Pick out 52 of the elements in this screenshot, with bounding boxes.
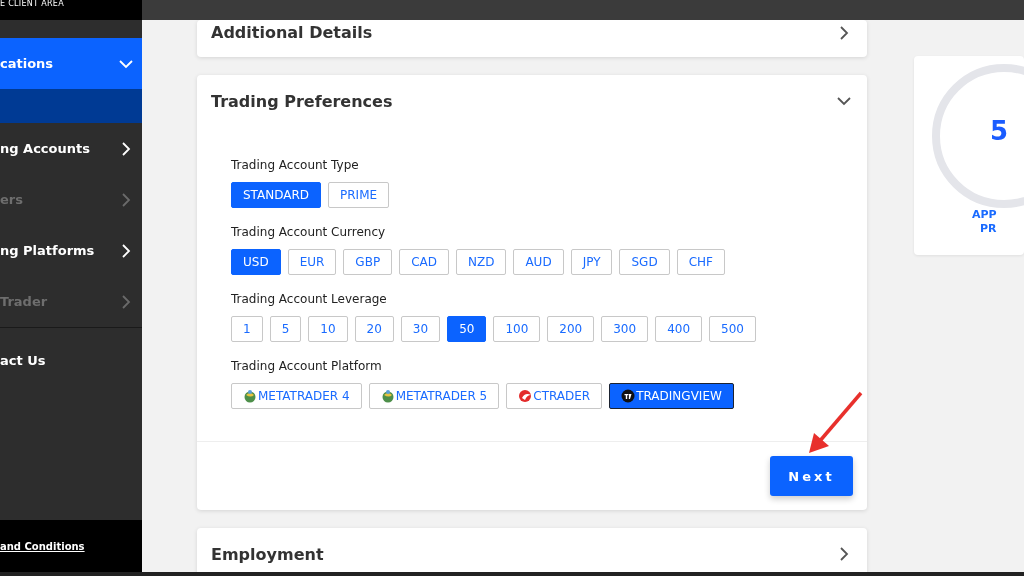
chevron-down-icon	[837, 94, 851, 108]
option-button[interactable]: 10	[308, 316, 348, 342]
option-button[interactable]: METATRADER 4	[231, 383, 362, 409]
sidebar-item[interactable]: ng Accounts	[0, 123, 142, 174]
chevron-right-icon	[119, 294, 133, 309]
chevron-right-icon	[837, 25, 851, 40]
field-label: Trading Account Currency	[231, 224, 387, 241]
next-button[interactable]: Next	[770, 456, 853, 496]
field-label: Trading Account Type	[231, 157, 360, 174]
option-button[interactable]: PRIME	[328, 182, 390, 208]
option-button[interactable]: 100	[493, 316, 541, 342]
option-button[interactable]: 500	[709, 316, 756, 342]
progress-caption: PR	[980, 222, 997, 235]
option-button[interactable]: STANDARD	[231, 182, 322, 208]
progress-caption: APP	[972, 208, 997, 221]
swirl-icon	[518, 389, 533, 403]
sidebar-item[interactable]: ng Platforms	[0, 225, 142, 276]
chevron-right-icon	[119, 243, 133, 258]
section-header[interactable]: Additional Details	[197, 20, 867, 57]
option-button[interactable]: USD	[231, 249, 281, 275]
sidebar-subitem[interactable]	[0, 89, 142, 123]
option-button[interactable]: EUR	[287, 249, 337, 275]
chevron-right-icon	[837, 547, 851, 561]
option-button[interactable]: 300	[601, 316, 649, 342]
progress-value: 5	[990, 116, 1009, 146]
field-label: Trading Account Leverage	[231, 291, 388, 308]
terms-link[interactable]: and Conditions	[0, 540, 85, 552]
section-header[interactable]: Trading Preferences	[197, 75, 867, 127]
option-button[interactable]: NZD	[455, 249, 507, 275]
option-button[interactable]: GBP	[343, 249, 393, 275]
option-button[interactable]: CTRADER	[506, 383, 603, 409]
option-button[interactable]: CAD	[399, 249, 449, 275]
field-label: Trading Account Platform	[231, 358, 383, 375]
option-button[interactable]: 5	[269, 316, 302, 342]
chevron-right-icon	[119, 192, 133, 207]
option-button[interactable]: 50	[447, 316, 487, 342]
option-button[interactable]: TRADINGVIEW	[609, 383, 734, 409]
logo-icon	[621, 389, 636, 403]
option-button[interactable]: 1	[231, 316, 263, 342]
option-button[interactable]: 20	[354, 316, 394, 342]
option-button[interactable]: 400	[655, 316, 703, 342]
option-button[interactable]: JPY	[570, 249, 613, 275]
option-button[interactable]: AUD	[513, 249, 564, 275]
section-header[interactable]: Employment	[197, 528, 867, 572]
option-button[interactable]: CHF	[676, 249, 725, 275]
brand-title: E CLIENT AREA	[0, 0, 142, 20]
chevron-right-icon	[119, 141, 133, 156]
option-button[interactable]: SGD	[619, 249, 670, 275]
option-button[interactable]: 200	[547, 316, 595, 342]
sidebar-item[interactable]: cations	[0, 38, 142, 89]
option-button[interactable]: 30	[400, 316, 441, 342]
option-button[interactable]: METATRADER 5	[368, 383, 500, 409]
